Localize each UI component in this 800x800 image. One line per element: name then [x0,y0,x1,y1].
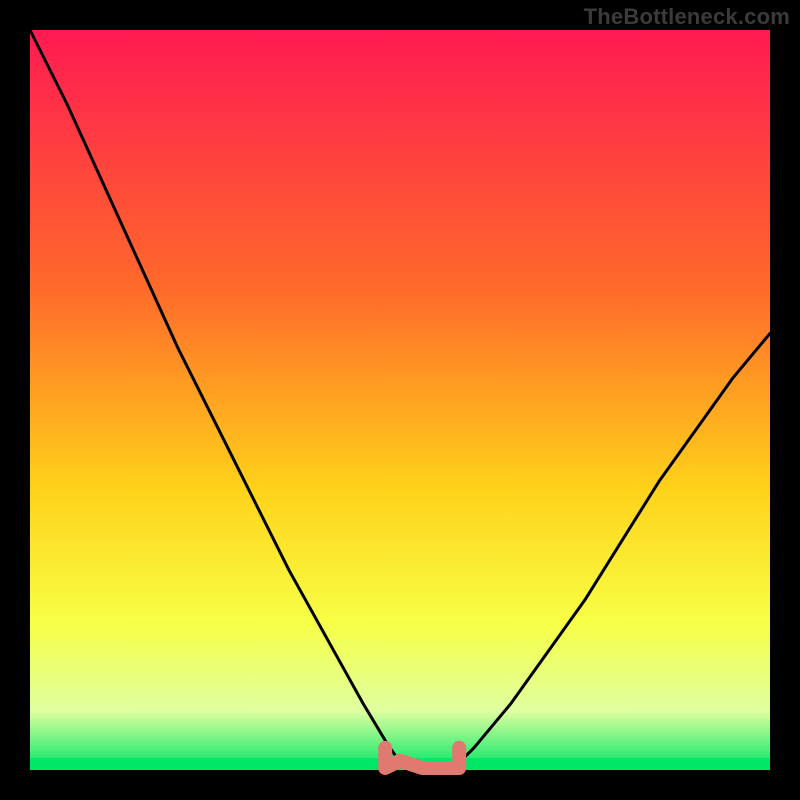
watermark-text: TheBottleneck.com [584,4,790,30]
plot-background [30,30,770,770]
chart-frame: TheBottleneck.com [0,0,800,800]
bottleneck-chart [0,0,800,800]
